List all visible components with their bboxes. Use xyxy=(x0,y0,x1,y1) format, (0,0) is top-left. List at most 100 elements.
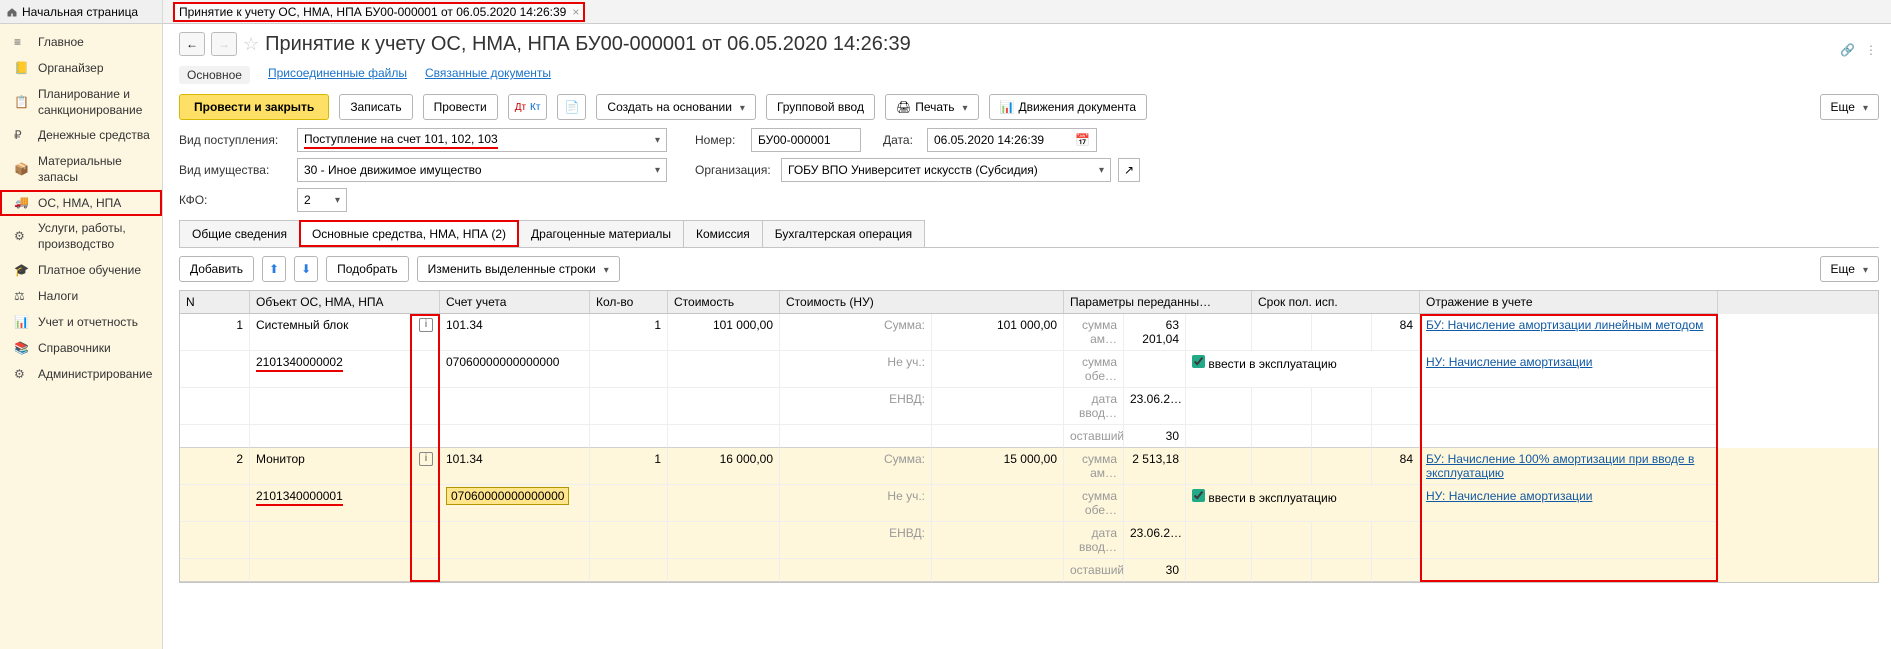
sidebar-item-4[interactable]: 📦Материальные запасы xyxy=(0,149,162,190)
th-params[interactable]: Параметры переданны… xyxy=(1064,291,1252,314)
more-button-2[interactable]: Еще xyxy=(1820,256,1879,282)
th-obj[interactable]: Объект ОС, НМА, НПА xyxy=(250,291,440,314)
org-open-button[interactable]: ↗ xyxy=(1118,158,1140,182)
sidebar-item-10[interactable]: 📚Справочники xyxy=(0,336,162,362)
more-icon[interactable]: ⋮ xyxy=(1865,43,1877,57)
cell-qty[interactable]: 1 xyxy=(590,448,668,485)
sidebar-item-label: Справочники xyxy=(38,341,111,357)
home-tab[interactable]: Начальная страница xyxy=(0,0,162,24)
cell-acct[interactable]: 101.34 xyxy=(440,448,590,485)
th-n[interactable]: N xyxy=(180,291,250,314)
cell-obj-inv[interactable]: 2101340000001 xyxy=(250,485,440,522)
th-srok[interactable]: Срок пол. исп. xyxy=(1252,291,1420,314)
back-button[interactable]: ← xyxy=(179,32,205,56)
th-cost[interactable]: Стоимость xyxy=(668,291,780,314)
cell-cost[interactable]: 101 000,00 xyxy=(668,314,780,351)
dtkt-button[interactable]: ДтКт xyxy=(508,94,548,120)
link-icon[interactable]: 🔗 xyxy=(1840,43,1855,57)
th-qty[interactable]: Кол-во xyxy=(590,291,668,314)
date-field[interactable]: 06.05.2020 14:26:39📅 xyxy=(927,128,1097,152)
number-field[interactable] xyxy=(751,128,861,152)
add-button[interactable]: Добавить xyxy=(179,256,254,282)
cell-p1-val[interactable]: 63 201,04 xyxy=(1124,314,1186,351)
cell-p4-val[interactable]: 30 xyxy=(1124,425,1186,448)
forward-button[interactable]: → xyxy=(211,32,237,56)
cell-cost[interactable]: 16 000,00 xyxy=(668,448,780,485)
th-refl[interactable]: Отражение в учете xyxy=(1420,291,1718,314)
cell-obj-name[interactable]: Системный блок i xyxy=(250,314,440,351)
pick-button[interactable]: Подобрать xyxy=(326,256,408,282)
th-cost-nu[interactable]: Стоимость (НУ) xyxy=(780,291,1064,314)
cell-ref1[interactable]: БУ: Начисление 100% амортизации при ввод… xyxy=(1420,448,1718,485)
subnav-files[interactable]: Присоединенные файлы xyxy=(268,66,407,84)
sidebar-item-2[interactable]: 📋Планирование и санкционирование xyxy=(0,82,162,123)
close-icon[interactable]: × xyxy=(572,5,579,19)
subnav-main[interactable]: Основное xyxy=(179,66,250,84)
cell-srok[interactable]: 84 xyxy=(1372,448,1420,485)
sidebar-item-0[interactable]: ≡Главное xyxy=(0,30,162,56)
cell-chk[interactable]: ввести в эксплуатацию xyxy=(1186,351,1420,388)
calendar-icon[interactable]: 📅 xyxy=(1075,133,1090,147)
receipt-select[interactable]: Поступление на счет 101, 102, 103 xyxy=(297,128,667,152)
cell-nu-val[interactable]: 101 000,00 xyxy=(932,314,1064,351)
tab-general[interactable]: Общие сведения xyxy=(179,220,300,247)
cell-acct2[interactable]: 07060000000000000 xyxy=(440,485,590,522)
info-icon[interactable]: i xyxy=(419,318,433,332)
asset-type-select[interactable]: 30 - Иное движимое имущество xyxy=(297,158,667,182)
cell-ref2[interactable]: НУ: Начисление амортизации xyxy=(1420,351,1718,388)
print-button[interactable]: 🖨 Печать xyxy=(885,94,979,120)
cell-n[interactable]: 2 xyxy=(180,448,250,485)
cell-p4-val[interactable]: 30 xyxy=(1124,559,1186,582)
doc-icon-button[interactable]: 📄 xyxy=(557,94,586,120)
cell-p1-val[interactable]: 2 513,18 xyxy=(1124,448,1186,485)
info-icon[interactable]: i xyxy=(419,452,433,466)
cell-obj-name[interactable]: Монитор i xyxy=(250,448,440,485)
cell-p3-val[interactable]: 23.06.2… xyxy=(1124,522,1186,559)
sidebar-item-5[interactable]: 🚚ОС, НМА, НПА xyxy=(0,190,162,216)
cell-qty[interactable]: 1 xyxy=(590,314,668,351)
cell-obj-inv[interactable]: 2101340000002 xyxy=(250,351,440,388)
edit-rows-button[interactable]: Изменить выделенные строки xyxy=(417,256,620,282)
cell-ref2[interactable]: НУ: Начисление амортизации xyxy=(1420,485,1718,522)
save-button[interactable]: Записать xyxy=(339,94,412,120)
more-button[interactable]: Еще xyxy=(1820,94,1879,120)
group-input-button[interactable]: Групповой ввод xyxy=(766,94,875,120)
kfo-select[interactable]: 2 xyxy=(297,188,347,212)
cell-ref1[interactable]: БУ: Начисление амортизации линейным мето… xyxy=(1420,314,1718,351)
cell-nu-val[interactable]: 15 000,00 xyxy=(932,448,1064,485)
sidebar-item-6[interactable]: ⚙Услуги, работы, производство xyxy=(0,216,162,257)
movements-button[interactable]: 📊 Движения документа xyxy=(989,94,1148,120)
date-label: Дата: xyxy=(883,133,919,147)
cell-acct[interactable]: 101.34 xyxy=(440,314,590,351)
cell-srok[interactable]: 84 xyxy=(1372,314,1420,351)
sidebar-item-7[interactable]: 🎓Платное обучение xyxy=(0,258,162,284)
sidebar-item-3[interactable]: ₽Денежные средства xyxy=(0,123,162,149)
cell-chk[interactable]: ввести в эксплуатацию xyxy=(1186,485,1420,522)
document-tab[interactable]: Принятие к учету ОС, НМА, НПА БУ00-00000… xyxy=(173,2,585,22)
th-acct[interactable]: Счет учета xyxy=(440,291,590,314)
commission-checkbox[interactable] xyxy=(1192,489,1205,502)
sidebar-item-9[interactable]: 📊Учет и отчетность xyxy=(0,310,162,336)
cell-acct2[interactable]: 07060000000000000 xyxy=(440,351,590,388)
tab-commission[interactable]: Комиссия xyxy=(683,220,763,247)
sidebar-icon: 📊 xyxy=(14,315,30,331)
sidebar-item-8[interactable]: ⚖Налоги xyxy=(0,284,162,310)
post-button[interactable]: Провести xyxy=(423,94,498,120)
cell-p4-lbl: оставшийс… xyxy=(1064,425,1124,448)
post-close-button[interactable]: Провести и закрыть xyxy=(179,94,329,120)
move-up-button[interactable]: ⬆ xyxy=(262,256,286,282)
sidebar-item-11[interactable]: ⚙Администрирование xyxy=(0,362,162,388)
org-select[interactable]: ГОБУ ВПО Университет искусств (Субсидия) xyxy=(781,158,1111,182)
tab-assets[interactable]: Основные средства, НМА, НПА (2) xyxy=(299,220,519,247)
cell-n[interactable]: 1 xyxy=(180,314,250,351)
subnav-linked[interactable]: Связанные документы xyxy=(425,66,551,84)
tab-precious[interactable]: Драгоценные материалы xyxy=(518,220,684,247)
commission-checkbox[interactable] xyxy=(1192,355,1205,368)
sidebar-item-1[interactable]: 📒Органайзер xyxy=(0,56,162,82)
tab-accounting[interactable]: Бухгалтерская операция xyxy=(762,220,925,247)
star-icon[interactable]: ☆ xyxy=(243,34,259,55)
cell-p3-val[interactable]: 23.06.2… xyxy=(1124,388,1186,425)
move-down-button[interactable]: ⬇ xyxy=(294,256,318,282)
create-based-button[interactable]: Создать на основании xyxy=(596,94,756,120)
sidebar-icon: 🚚 xyxy=(14,195,30,211)
